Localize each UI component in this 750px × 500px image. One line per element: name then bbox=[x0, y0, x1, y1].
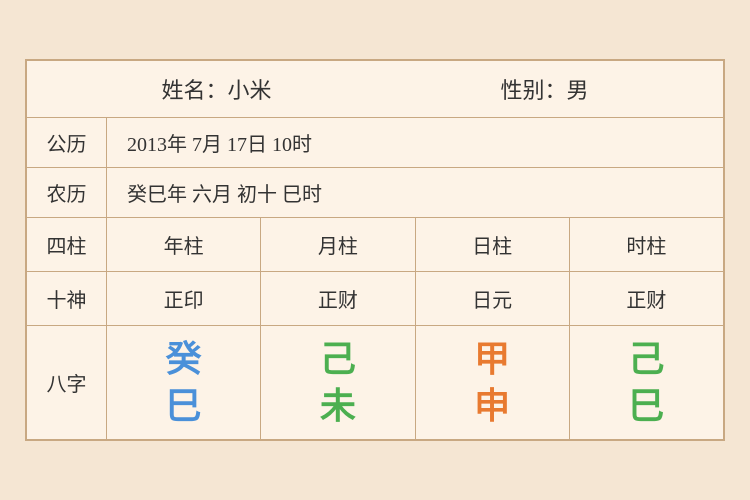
shishen-day: 日元 bbox=[416, 272, 570, 325]
name-label: 姓名：小米 bbox=[161, 73, 271, 105]
bazi-month: 己 未 bbox=[261, 326, 415, 440]
bazi-year-bottom: 巳 bbox=[166, 383, 202, 430]
bazi-label: 八字 bbox=[27, 326, 107, 440]
shishen-row: 十神 正印 正财 日元 正财 bbox=[27, 272, 723, 326]
main-container: 姓名：小米 性别：男 公历 2013年 7月 17日 10时 农历 癸巳年 六月… bbox=[25, 59, 725, 442]
gender-label: 性别：男 bbox=[500, 73, 588, 105]
bazi-month-top: 己 bbox=[320, 336, 356, 383]
gregorian-label: 公历 bbox=[27, 118, 107, 167]
gregorian-row: 公历 2013年 7月 17日 10时 bbox=[27, 118, 723, 168]
shishen-month: 正财 bbox=[261, 272, 415, 325]
gregorian-value: 2013年 7月 17日 10时 bbox=[107, 118, 723, 167]
bazi-hour-bottom: 巳 bbox=[628, 383, 664, 430]
bazi-month-bottom: 未 bbox=[320, 383, 356, 430]
bazi-day-bottom: 申 bbox=[474, 383, 510, 430]
shishen-hour: 正财 bbox=[570, 272, 723, 325]
bazi-day-top: 甲 bbox=[474, 336, 510, 383]
lunar-row: 农历 癸巳年 六月 初十 巳时 bbox=[27, 168, 723, 218]
bazi-year: 癸 巳 bbox=[107, 326, 261, 440]
lunar-value: 癸巳年 六月 初十 巳时 bbox=[107, 168, 723, 217]
bazi-row: 八字 癸 巳 己 未 甲 申 己 巳 bbox=[27, 326, 723, 440]
day-header: 日柱 bbox=[416, 218, 570, 271]
sizhu-row: 四柱 年柱 月柱 日柱 时柱 bbox=[27, 218, 723, 272]
year-header: 年柱 bbox=[107, 218, 261, 271]
shishen-label: 十神 bbox=[27, 272, 107, 325]
bazi-day: 甲 申 bbox=[416, 326, 570, 440]
hour-header: 时柱 bbox=[570, 218, 723, 271]
sizhu-label: 四柱 bbox=[27, 218, 107, 271]
header-row: 姓名：小米 性别：男 bbox=[27, 61, 723, 118]
bazi-year-top: 癸 bbox=[166, 336, 202, 383]
shishen-year: 正印 bbox=[107, 272, 261, 325]
bazi-hour-top: 己 bbox=[628, 336, 664, 383]
lunar-label: 农历 bbox=[27, 168, 107, 217]
bazi-hour: 己 巳 bbox=[570, 326, 723, 440]
month-header: 月柱 bbox=[261, 218, 415, 271]
